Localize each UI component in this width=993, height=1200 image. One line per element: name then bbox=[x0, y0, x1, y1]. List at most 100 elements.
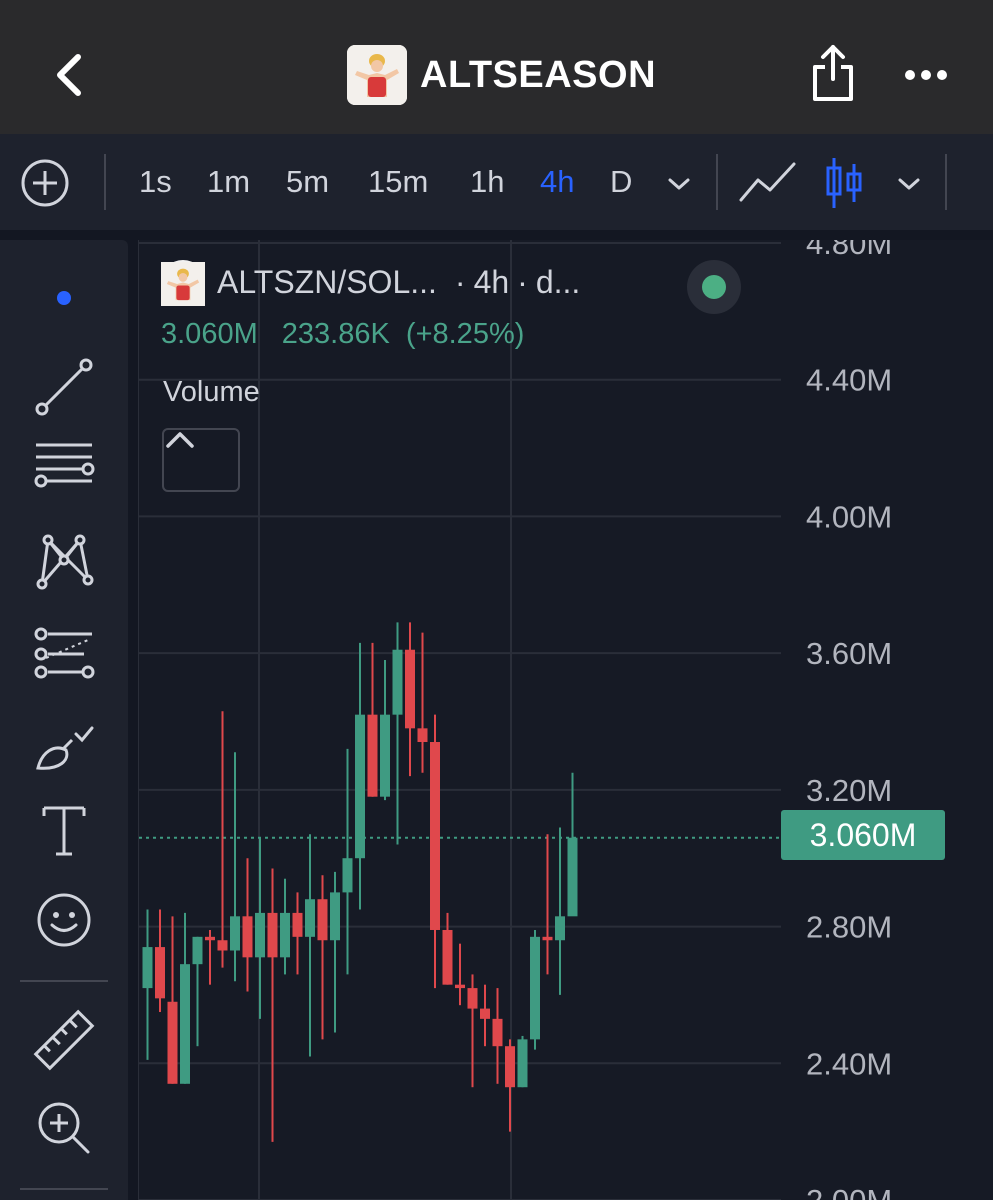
timeframe-dropdown-chevron-down-icon[interactable] bbox=[665, 170, 693, 198]
candle-body[interactable] bbox=[155, 947, 165, 999]
timeframe-4h[interactable]: 4h bbox=[540, 162, 574, 202]
line-chart-icon[interactable] bbox=[738, 156, 798, 210]
candle-body[interactable] bbox=[292, 912, 303, 937]
sidebar-divider bbox=[20, 1188, 108, 1190]
candle-body[interactable] bbox=[230, 916, 240, 951]
candle-body[interactable] bbox=[430, 742, 440, 930]
status-dot bbox=[702, 275, 726, 299]
chevron-left-icon bbox=[57, 54, 81, 96]
price-axis-label: 3.60M bbox=[806, 636, 892, 671]
candle-body[interactable] bbox=[392, 649, 403, 715]
candlestick-icon[interactable] bbox=[824, 156, 864, 210]
price-axis-label: 2.40M bbox=[806, 1046, 892, 1081]
candle-body[interactable] bbox=[567, 837, 578, 917]
chart-toolbar: 1s 1m 5m 15m 1h 4h D bbox=[0, 134, 993, 230]
candle-body[interactable] bbox=[367, 714, 378, 797]
more-button[interactable] bbox=[896, 55, 956, 95]
candle-body[interactable] bbox=[530, 936, 540, 1040]
timeframe-1m[interactable]: 1m bbox=[207, 162, 250, 202]
candlestick-chart[interactable]: 4.80M 4.40M 4.00M 3.60M 3.20M 2.80M 2.40M 2.00M bbox=[139, 240, 993, 1200]
timeframe-1h[interactable]: 1h bbox=[470, 162, 504, 202]
prediction-icon bbox=[34, 627, 95, 679]
chart-legend[interactable]: ALTSZN/SOL... · 4h · d... bbox=[161, 260, 581, 306]
candle-body[interactable] bbox=[492, 1018, 503, 1047]
chart-type-chevron-down-icon[interactable] bbox=[895, 170, 923, 198]
timeframe-15m[interactable]: 15m bbox=[368, 162, 428, 202]
candle-body[interactable] bbox=[242, 916, 253, 958]
text-tool[interactable] bbox=[30, 796, 98, 864]
candle-body[interactable] bbox=[517, 1039, 528, 1088]
legend-separator: · bbox=[517, 263, 528, 300]
candle-body[interactable] bbox=[342, 858, 353, 893]
candle-body[interactable] bbox=[555, 916, 565, 941]
candle-body[interactable] bbox=[217, 940, 228, 951]
candle-body[interactable] bbox=[317, 899, 328, 941]
zoom-in-tool[interactable] bbox=[30, 1094, 98, 1162]
ruler-tool[interactable] bbox=[30, 1006, 98, 1074]
price-axis-label: 2.80M bbox=[806, 910, 892, 945]
price-axis-label: 3.20M bbox=[806, 773, 892, 808]
candle-body[interactable] bbox=[355, 714, 365, 859]
share-button[interactable] bbox=[806, 40, 860, 106]
candle-body[interactable] bbox=[330, 892, 340, 941]
candle-body[interactable] bbox=[467, 988, 478, 1009]
pattern-tool[interactable] bbox=[30, 528, 98, 596]
timeframe-5m[interactable]: 5m bbox=[286, 162, 329, 202]
emoji-tool[interactable] bbox=[30, 886, 98, 954]
legend-interval: 4h bbox=[473, 263, 510, 300]
symbol-name[interactable]: ALTSZN/SOL... bbox=[217, 264, 437, 301]
legend-separator: · bbox=[454, 263, 466, 300]
token-avatar bbox=[347, 45, 407, 105]
legend-change-pct: (+8.25%) bbox=[405, 318, 525, 350]
candle-body[interactable] bbox=[267, 912, 278, 958]
candle-body[interactable] bbox=[380, 714, 390, 797]
symbol-logo bbox=[161, 262, 205, 306]
share-icon bbox=[813, 45, 853, 101]
candle-body[interactable] bbox=[455, 984, 465, 989]
chart-pane[interactable]: 4.80M 4.40M 4.00M 3.60M 3.20M 2.80M 2.40M 2.00M… bbox=[138, 240, 993, 1200]
candle-body[interactable] bbox=[280, 912, 290, 958]
drawing-tools-sidebar bbox=[0, 240, 128, 1200]
candle-body[interactable] bbox=[542, 936, 553, 941]
trend-line-tool[interactable] bbox=[30, 353, 98, 421]
emoji-icon bbox=[37, 893, 91, 947]
text-icon bbox=[42, 806, 86, 856]
candle-body[interactable] bbox=[442, 929, 453, 985]
timeframe-d[interactable]: D bbox=[610, 162, 632, 202]
legend-values: 3.060M 233.86K (+8.25%) bbox=[161, 318, 524, 351]
candle-body[interactable] bbox=[205, 936, 215, 941]
token-title: ALTSEASON bbox=[347, 45, 656, 105]
price-axis-label: 2.00M bbox=[806, 1183, 892, 1200]
legend-exchange: d... bbox=[535, 263, 581, 300]
crosshair-dot-icon bbox=[57, 291, 71, 305]
crosshair-tool[interactable] bbox=[30, 264, 98, 332]
candle-body[interactable] bbox=[255, 912, 265, 958]
add-indicator-icon[interactable] bbox=[20, 158, 70, 208]
pattern-icon bbox=[36, 534, 94, 590]
page-title: ALTSEASON bbox=[420, 53, 657, 96]
brush-icon bbox=[36, 726, 94, 770]
back-button[interactable] bbox=[40, 45, 100, 105]
candle-body[interactable] bbox=[142, 947, 153, 989]
fib-retracement-icon bbox=[34, 443, 95, 488]
avatar-image bbox=[347, 45, 407, 105]
candle-body[interactable] bbox=[417, 728, 428, 743]
market-status-indicator[interactable] bbox=[687, 260, 741, 314]
toolbar-divider bbox=[104, 154, 106, 210]
candle-body[interactable] bbox=[180, 964, 190, 1084]
candle-body[interactable] bbox=[192, 936, 203, 965]
prediction-tool[interactable] bbox=[30, 620, 98, 688]
sidebar-divider bbox=[20, 980, 108, 982]
candle-body[interactable] bbox=[405, 649, 415, 729]
candle-body[interactable] bbox=[505, 1046, 515, 1088]
collapse-legend-button[interactable] bbox=[162, 428, 240, 492]
volume-indicator-label[interactable]: Volume bbox=[163, 376, 260, 409]
legend-change: 233.86K bbox=[281, 318, 390, 350]
candle-body[interactable] bbox=[305, 899, 315, 937]
candle-body[interactable] bbox=[167, 1001, 178, 1084]
timeframe-1s[interactable]: 1s bbox=[139, 162, 172, 202]
fib-tool[interactable] bbox=[30, 433, 98, 501]
candle-body[interactable] bbox=[480, 1008, 490, 1019]
toolbar-divider bbox=[716, 154, 718, 210]
brush-tool[interactable] bbox=[30, 714, 98, 782]
